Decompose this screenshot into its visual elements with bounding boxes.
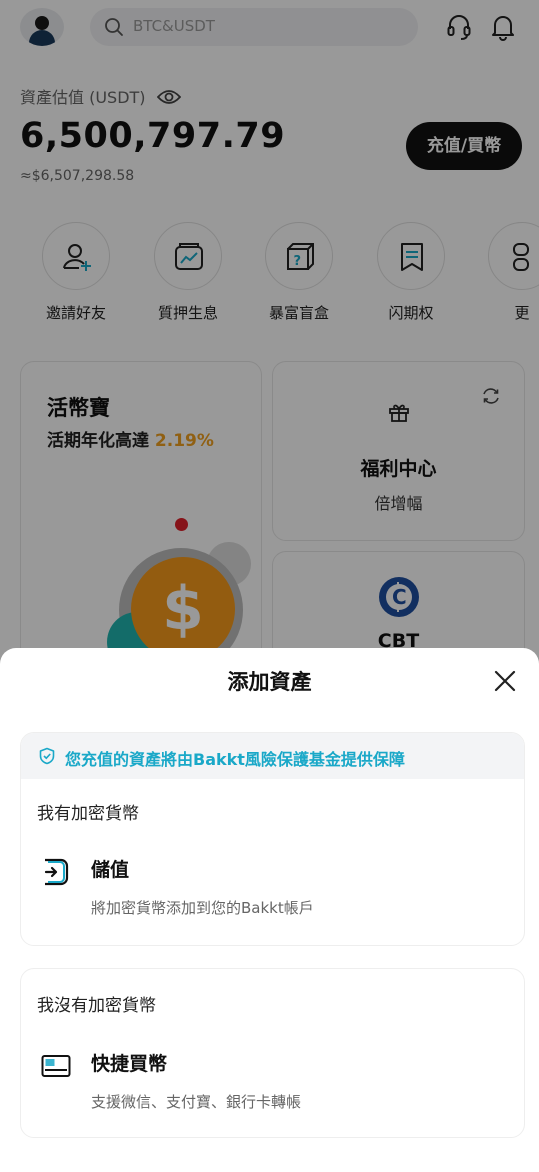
deposit-icon — [44, 858, 69, 886]
shield-check-icon — [39, 747, 55, 765]
deposit-option[interactable]: 儲值 將加密貨幣添加到您的Bakkt帳戶 — [21, 843, 524, 933]
close-icon[interactable] — [490, 666, 520, 696]
sheet-title: 添加資產 — [227, 670, 312, 694]
quick-buy-option-desc: 支援微信、支付寶、銀行卡轉帳 — [91, 1093, 302, 1111]
crypto-holder-card: 您充值的資產將由Bakkt風險保護基金提供保障 我有加密貨幣 儲值 將加密貨幣添… — [20, 732, 525, 946]
add-asset-sheet: 添加資產 您充值的資產將由Bakkt風險保護基金提供保障 我有加密貨幣 儲值 將… — [0, 648, 539, 1172]
protection-notice-text: 您充值的資產將由Bakkt風險保護基金提供保障 — [65, 750, 405, 769]
protection-notice: 您充值的資產將由Bakkt風險保護基金提供保障 — [21, 733, 524, 779]
card-icon — [41, 1055, 71, 1077]
quick-buy-option-title: 快捷買幣 — [91, 1053, 168, 1075]
no-crypto-card: 我沒有加密貨幣 快捷買幣 支援微信、支付寶、銀行卡轉帳 — [20, 968, 525, 1138]
deposit-option-title: 儲值 — [91, 859, 130, 881]
deposit-option-desc: 將加密貨幣添加到您的Bakkt帳戶 — [91, 899, 314, 917]
section-heading-no-crypto: 我沒有加密貨幣 — [37, 996, 156, 1016]
section-heading-have-crypto: 我有加密貨幣 — [37, 804, 139, 824]
quick-buy-option[interactable]: 快捷買幣 支援微信、支付寶、銀行卡轉帳 — [21, 1035, 526, 1125]
